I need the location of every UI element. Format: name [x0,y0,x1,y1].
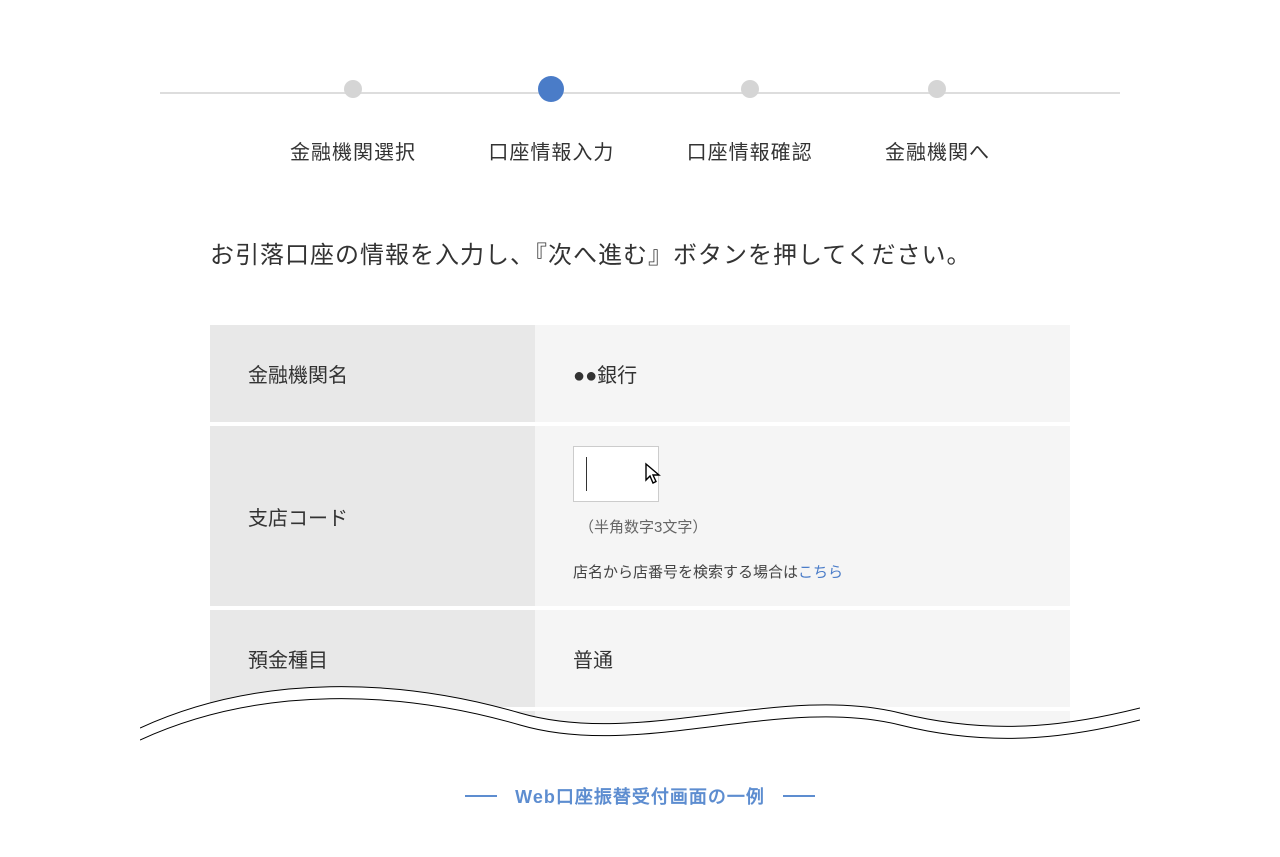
value-account-type: 普通 [535,610,1070,707]
step-label: 口座情報確認 [687,136,813,165]
step-to-bank: 金融機関へ [885,80,990,165]
row-bank-name: 金融機関名 ●●銀行 [210,325,1070,426]
stepper: 金融機関選択 口座情報入力 口座情報確認 金融機関へ [160,0,1120,165]
caption-dash-left [465,795,497,797]
step-label: 金融機関へ [885,136,990,165]
step-bank-select: 金融機関選択 [290,80,416,165]
caption-text: Web口座振替受付画面の一例 [515,783,765,809]
partial-input[interactable] [573,725,713,761]
caption: Web口座振替受付画面の一例 [0,783,1280,809]
branch-code-hint: （半角数字3文字） [579,516,1032,537]
label-bank-name: 金融機関名 [210,325,535,422]
step-dot [928,80,946,98]
account-form: 金融機関名 ●●銀行 支店コード （半角数字3文字） 店名から店番号を検索する場… [210,325,1070,761]
step-account-confirm: 口座情報確認 [687,80,813,165]
label-branch-code: 支店コード [210,426,535,606]
label-account-type: 預金種目 [210,610,535,707]
step-dot [344,80,362,98]
row-partial [210,711,1070,761]
row-branch-code: 支店コード （半角数字3文字） 店名から店番号を検索する場合はこちら [210,426,1070,610]
step-label: 金融機関選択 [290,136,416,165]
branch-search-link[interactable]: こちら [798,564,843,581]
row-account-type: 預金種目 普通 [210,610,1070,711]
step-dot [741,80,759,98]
instruction-text: お引落口座の情報を入力し、『次へ進む』ボタンを押してください。 [210,235,1070,270]
value-branch-code: （半角数字3文字） 店名から店番号を検索する場合はこちら [535,426,1070,606]
branch-search-text: 店名から店番号を検索する場合はこちら [573,561,1032,582]
value-bank-name: ●●銀行 [535,325,1070,422]
step-dot-active [538,76,564,102]
caption-dash-right [783,795,815,797]
cursor-pointer-icon [642,462,666,486]
label-partial [210,711,535,757]
step-account-entry: 口座情報入力 [488,80,614,165]
text-caret [586,457,587,491]
value-partial [535,711,1070,757]
step-label: 口座情報入力 [488,136,614,165]
branch-search-prefix: 店名から店番号を検索する場合は [573,564,798,581]
